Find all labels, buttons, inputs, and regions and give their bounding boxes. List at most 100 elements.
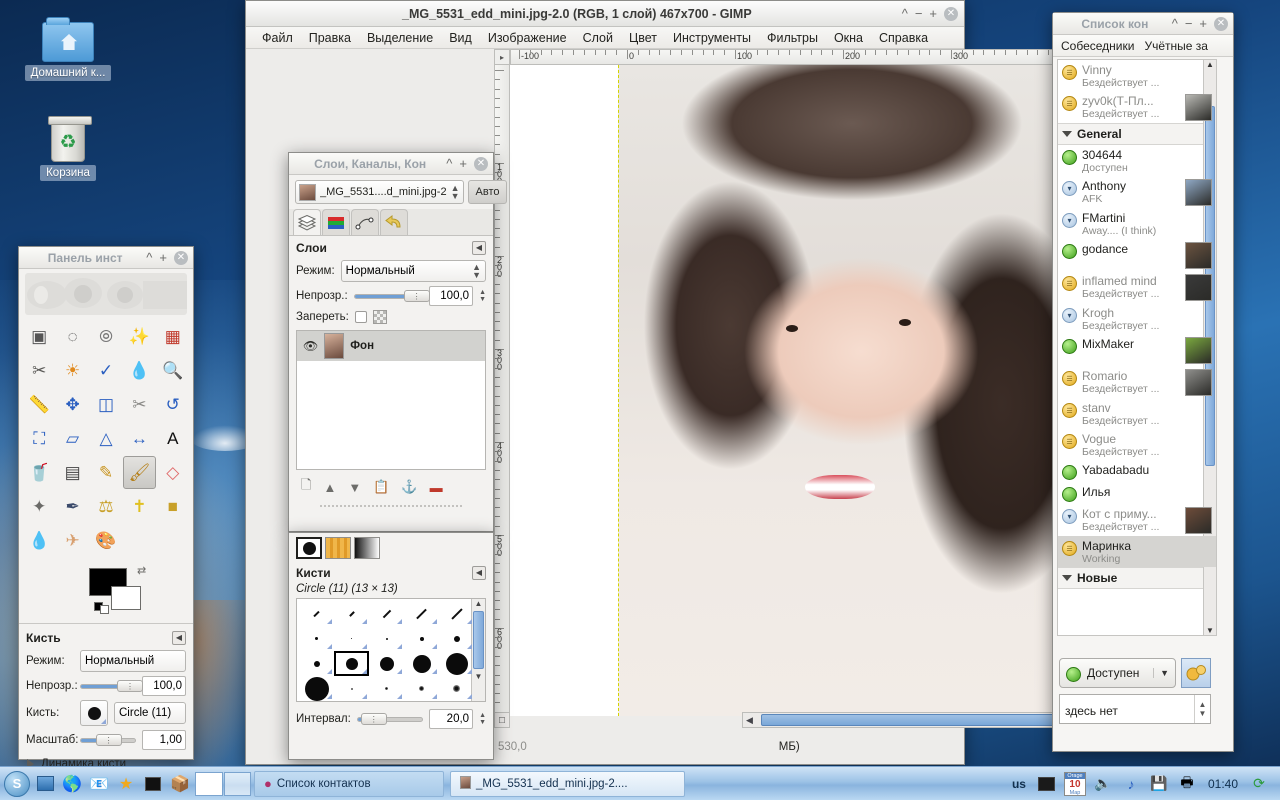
shade-icon[interactable]: ^ xyxy=(1172,17,1178,30)
free-select-icon[interactable]: ⦾ xyxy=(90,320,122,353)
pencil-icon[interactable]: ✎ xyxy=(90,456,122,489)
dock-menu-button[interactable]: ◀ xyxy=(472,566,486,580)
keyboard-layout-indicator[interactable]: us xyxy=(1008,777,1030,791)
auto-button[interactable]: Авто xyxy=(468,180,508,204)
perspective-clone-icon[interactable]: ■ xyxy=(157,490,189,523)
raise-layer-icon[interactable]: ▲ xyxy=(323,480,336,495)
delete-layer-icon[interactable]: ▬ xyxy=(430,480,443,495)
brush-cell[interactable] xyxy=(334,601,369,626)
gimp-titlebar[interactable]: _MG_5531_edd_mini.jpg-2.0 (RGB, 1 слой) … xyxy=(246,1,964,27)
gimp-menu-item-1[interactable]: Правка xyxy=(301,29,359,47)
contact-list-item[interactable]: ▾FMartiniAway.... (I think) xyxy=(1058,208,1216,239)
gimp-menu-item-4[interactable]: Изображение xyxy=(480,29,575,47)
quicklaunch-web-browser-icon[interactable]: 🌎 xyxy=(60,772,84,796)
calendar-icon[interactable]: Orage 10 Map xyxy=(1064,772,1086,796)
brush-cell[interactable] xyxy=(299,626,334,651)
toolbox-titlebar[interactable]: Панель инст ^ + ✕ xyxy=(19,247,193,269)
by-color-select-icon[interactable]: ▦ xyxy=(157,320,189,353)
status-selector-row[interactable]: Доступен ▼ xyxy=(1059,658,1211,688)
mode-combo[interactable]: Нормальный ▲▼ xyxy=(341,260,486,282)
brush-cell[interactable] xyxy=(439,676,474,701)
opacity-value[interactable]: 100,0 xyxy=(429,286,473,306)
blur-sharpen-icon[interactable]: 💧 xyxy=(23,524,55,557)
brush-cell[interactable] xyxy=(334,676,369,701)
tool-scale-row[interactable]: Масштаб: ⋮ 1,00 xyxy=(19,728,193,752)
image-selector-combo[interactable]: _MG_5531....d_mini.jpg-2 ▲▼ xyxy=(295,180,464,204)
shade-icon[interactable]: ^ xyxy=(146,251,152,264)
contact-list-item[interactable]: ▾Кот с приму...Бездействует ... xyxy=(1058,504,1216,536)
opacity-spinner[interactable]: ▲▼ xyxy=(479,289,486,303)
layers-dock-buttons[interactable]: ^ + ✕ xyxy=(446,157,488,171)
contact-list-item[interactable]: ▾AnthonyAFK xyxy=(1058,176,1216,208)
brush-cell[interactable] xyxy=(369,626,404,651)
brush-cell[interactable] xyxy=(404,676,439,701)
contacts-titlebar[interactable]: Список кон ^ − + ✕ xyxy=(1053,13,1233,35)
maximize-icon[interactable]: + xyxy=(1199,17,1207,30)
printer-icon[interactable]: 🖶 xyxy=(1176,773,1198,795)
brush-cell[interactable] xyxy=(404,601,439,626)
toolbox-wilber-drop-area[interactable] xyxy=(25,273,187,315)
brush-cell[interactable] xyxy=(439,626,474,651)
spacing-spinner[interactable]: ▲▼ xyxy=(479,712,486,726)
contact-list-item[interactable]: MixMaker xyxy=(1058,334,1216,366)
status-message-text[interactable]: здесь нет xyxy=(1060,695,1194,723)
scroll-left-icon[interactable]: ◀ xyxy=(746,715,753,726)
scissors-select-icon[interactable]: ✂ xyxy=(23,354,55,387)
close-icon[interactable]: ✕ xyxy=(174,251,188,265)
patterns-tab-icon[interactable] xyxy=(325,537,351,559)
chevron-updown-icon[interactable]: ▲▼ xyxy=(451,184,460,200)
tool-brush-row[interactable]: Кисть: Circle (11) xyxy=(19,698,193,728)
brushes-tab-icon[interactable] xyxy=(296,537,322,559)
eraser-icon[interactable]: ◇ xyxy=(157,456,189,489)
tool-options-menu-button[interactable]: ◀ xyxy=(172,631,186,645)
clock[interactable]: 01:40 xyxy=(1204,777,1242,791)
gimp-menu-item-2[interactable]: Выделение xyxy=(359,29,441,47)
gimp-menu-item-10[interactable]: Справка xyxy=(871,29,936,47)
layer-action-buttons[interactable]: 🗋 ▲ ▼ 📋 ⚓ ▬ xyxy=(289,470,493,504)
tool-scale-slider[interactable]: ⋮ xyxy=(80,734,136,746)
gimp-menu-item-0[interactable]: Файл xyxy=(254,29,301,47)
taskbar-window-buttons[interactable]: ●Список контактов_MG_5531_edd_mini.jpg-2… xyxy=(254,771,685,797)
minimize-icon[interactable]: − xyxy=(1185,17,1193,30)
clone-icon[interactable]: ⚖ xyxy=(90,490,122,523)
paths-icon[interactable]: ✓ xyxy=(90,354,122,387)
brush-cell[interactable] xyxy=(299,651,334,676)
contact-list-window[interactable]: Список кон ^ − + ✕ СобеседникиУчётные за… xyxy=(1052,12,1234,752)
desktop-icon-trash[interactable]: Корзина xyxy=(18,120,118,181)
brush-cell[interactable] xyxy=(334,626,369,651)
brush-cell[interactable] xyxy=(334,651,369,676)
brush-cell[interactable] xyxy=(369,601,404,626)
fuzzy-select-icon[interactable]: ✨ xyxy=(123,320,155,353)
brush-cell[interactable] xyxy=(439,601,474,626)
crop-icon[interactable]: ✂ xyxy=(123,388,155,421)
brush-cell[interactable] xyxy=(369,651,404,676)
spacing-slider[interactable]: ⋮ xyxy=(357,713,423,725)
heal-icon[interactable]: ✝ xyxy=(123,490,155,523)
gimp-menu-item-8[interactable]: Фильтры xyxy=(759,29,826,47)
spacing-value[interactable]: 20,0 xyxy=(429,709,473,729)
flip-icon[interactable]: ↔ xyxy=(123,422,155,455)
quicklaunch-desktop-icon[interactable] xyxy=(33,772,57,796)
layer-visibility-icon[interactable]: 👁 xyxy=(303,339,318,353)
account-avatar-button[interactable] xyxy=(1181,658,1211,688)
status-combo[interactable]: Доступен ▼ xyxy=(1059,658,1176,688)
vertical-ruler[interactable]: 100200300400500600700 xyxy=(494,65,510,716)
desktop-icon-home-folder[interactable]: Домашний к... xyxy=(18,22,118,81)
minimize-icon[interactable]: − xyxy=(915,7,923,20)
airbrush-icon[interactable]: ✦ xyxy=(23,490,55,523)
audio-icon[interactable]: ♪ xyxy=(1120,773,1142,795)
toolbox-window-buttons[interactable]: ^ + ✕ xyxy=(146,251,188,265)
move-icon[interactable]: ✥ xyxy=(56,388,88,421)
contact-list-item[interactable]: zyv0k(Т-Пл...Бездействует ... xyxy=(1058,91,1216,123)
brush-grid[interactable]: ▲ ▼ xyxy=(296,598,486,702)
workspace-pager[interactable] xyxy=(195,772,251,796)
tool-mode-row[interactable]: Режим: Нормальный xyxy=(19,648,193,674)
reset-colors-icon[interactable] xyxy=(94,600,112,614)
shade-icon[interactable]: ^ xyxy=(446,157,452,170)
contact-group-header[interactable]: General xyxy=(1058,123,1216,145)
smudge-icon[interactable]: ✈ xyxy=(56,524,88,557)
quickmask-toggle[interactable]: ☐ xyxy=(494,712,510,728)
taskbar-window-1[interactable]: _MG_5531_edd_mini.jpg-2.... xyxy=(450,771,685,797)
color-swatches[interactable]: ⇄ xyxy=(19,564,193,620)
tool-grid[interactable]: ▣◌⦾✨▦✂☀✓💧🔍📏✥◫✂↺⛶▱△↔A🥤▤✎🖌◇✦✒⚖✝■💧✈🎨 xyxy=(19,317,193,560)
